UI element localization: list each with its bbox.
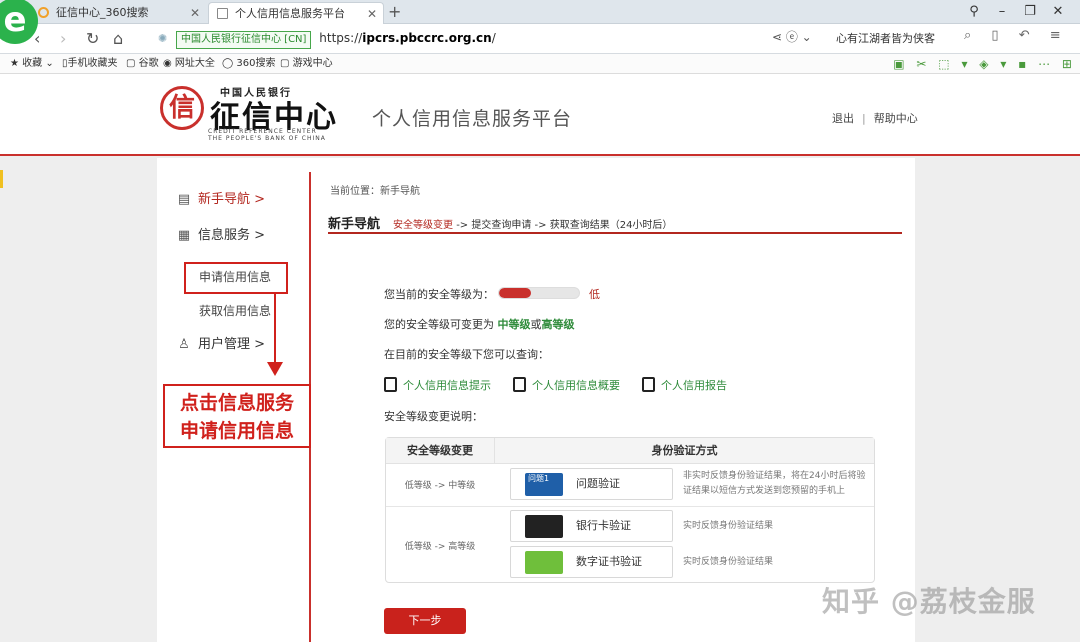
- change-note: 安全等级变更说明：: [384, 410, 483, 423]
- sidebar-item-novice-guide[interactable]: ▤ 新手导航 >: [176, 188, 265, 207]
- tab-label: 个人信用信息服务平台: [235, 7, 345, 20]
- tab-search[interactable]: 征信中心_360搜索 ✕: [30, 2, 206, 24]
- link-separator: |: [862, 112, 866, 125]
- annotation-arrow: [274, 294, 276, 366]
- secure-cert-badge[interactable]: 中国人民银行征信中心 [CN]: [176, 31, 312, 49]
- tab-credit-platform[interactable]: 个人信用信息服务平台 ✕: [208, 2, 384, 24]
- close-tab-icon[interactable]: ✕: [367, 3, 377, 25]
- credit-report-link[interactable]: 个人信用报告: [642, 377, 727, 393]
- bookmark-360[interactable]: ◯ 360搜索: [222, 54, 275, 74]
- security-level-bar: [498, 287, 580, 299]
- maximize-button[interactable]: ❐: [1016, 0, 1044, 24]
- col-verify-method: 身份验证方式: [494, 438, 874, 464]
- site-info-icon[interactable]: ✺: [158, 28, 167, 50]
- logo-english-line2: THE PEOPLE'S BANK OF CHINA: [208, 135, 326, 142]
- step-current: 安全等级变更: [393, 220, 453, 231]
- page-icon: [217, 8, 228, 19]
- document-icon: [384, 377, 397, 392]
- bookmark-nav[interactable]: ◉ 网址大全: [163, 54, 215, 74]
- logout-link[interactable]: 退出: [832, 112, 854, 125]
- user-icon: ♙: [178, 337, 190, 352]
- col-level-change: 安全等级变更: [407, 444, 473, 457]
- header-links: 退出 | 帮助中心: [832, 110, 918, 126]
- level-change-text: 您的安全等级可变更为 中等级或高等级: [384, 318, 575, 331]
- question-card-icon: 问题1: [525, 473, 563, 496]
- high-level-link[interactable]: 高等级: [542, 318, 575, 331]
- minimize-button[interactable]: –: [988, 0, 1016, 24]
- search-box[interactable]: 心有江湖者皆为侠客: [836, 30, 935, 46]
- step-next: -> 提交查询申请: [456, 220, 532, 231]
- usb-key-icon: [525, 551, 563, 574]
- help-center-link[interactable]: 帮助中心: [874, 112, 918, 125]
- home-icon[interactable]: ⌂: [113, 28, 123, 50]
- search-engine-icon: [38, 7, 49, 18]
- bookmark-games[interactable]: ▢ 游戏中心: [280, 54, 333, 74]
- method-digital-cert[interactable]: 数字证书验证: [510, 546, 673, 578]
- method-bank-card-desc: 实时反馈身份验证结果: [683, 521, 774, 531]
- next-step-button[interactable]: 下一步: [384, 608, 466, 634]
- address-bar[interactable]: 中国人民银行征信中心 [CN] https://ipcrs.pbccrc.org…: [176, 28, 798, 50]
- annotation-callout: 点击信息服务 申请信用信息: [163, 384, 311, 448]
- toolbar-icons[interactable]: ⌕ ▯ ↶ ≡: [964, 28, 1061, 43]
- medium-level-link[interactable]: 中等级: [498, 318, 531, 331]
- skin-icon[interactable]: ⚲: [960, 0, 988, 24]
- watermark: 知乎 @荔枝金服: [822, 585, 1036, 618]
- row1-level: 低等级 -> 中等级: [404, 481, 476, 491]
- method-question-desc: 非实时反馈身份验证结果，将在24小时后将验证结果以短信方式发送到您预留的手机上: [683, 471, 866, 496]
- step-indicator: 安全等级变更 -> 提交查询申请 -> 获取查询结果（24小时后）: [393, 216, 672, 231]
- platform-title: 个人信用信息服务平台: [372, 108, 573, 130]
- bookmark-google[interactable]: ▢ 谷歌: [126, 54, 159, 74]
- site-header: 信 中国人民银行 征信中心 CREDIT REFERENCE CENTER TH…: [0, 74, 1080, 156]
- method-bank-card[interactable]: 银行卡验证: [510, 510, 673, 542]
- refresh-icon[interactable]: ↻: [86, 28, 99, 50]
- annotation-highlight-box: [184, 262, 288, 294]
- title-underline: [328, 232, 902, 234]
- method-digital-cert-desc: 实时反馈身份验证结果: [683, 557, 774, 567]
- method-question-verify[interactable]: 问题1 问题验证: [510, 468, 673, 500]
- step-final: -> 获取查询结果（24小时后）: [534, 220, 673, 231]
- verification-table: 安全等级变更 身份验证方式 低等级 -> 中等级 问题1 问题验证 非实时反馈身…: [385, 437, 875, 583]
- share-icon[interactable]: ⋖ ⓔ ⌄: [772, 28, 812, 45]
- url-text: https://ipcrs.pbccrc.org.cn/: [319, 31, 496, 45]
- book-icon: [642, 377, 655, 392]
- bank-card-icon: [525, 515, 563, 538]
- breadcrumb: 当前位置：新手导航: [330, 186, 420, 197]
- extension-icons[interactable]: ▣ ✂ ⬚ ▾ ◈ ▾ ▪ ⋯ ⊞: [893, 54, 1072, 74]
- close-window-button[interactable]: ✕: [1044, 0, 1072, 24]
- bookmarks-bar: ★ 收藏 ⌄ ▯手机收藏夹 ▢ 谷歌 ◉ 网址大全 ◯ 360搜索 ▢ 游戏中心…: [0, 54, 1080, 74]
- section-title: 新手导航: [328, 217, 381, 232]
- close-tab-icon[interactable]: ✕: [190, 2, 200, 24]
- credit-info-hint-link[interactable]: 个人信用信息提示: [384, 377, 491, 393]
- bookmark-mobile[interactable]: ▯手机收藏夹: [62, 54, 118, 74]
- browser-tab-bar: e 征信中心_360搜索 ✕ 个人信用信息服务平台 ✕ + ⚲ – ❐ ✕: [0, 0, 1080, 44]
- document-icon: ▦: [177, 228, 191, 243]
- logo-english-line1: CREDIT REFERENCE CENTER: [208, 128, 317, 135]
- annotation-arrow-head: [267, 362, 283, 376]
- table-row-separator: [386, 506, 874, 507]
- sidebar-item-info-service[interactable]: ▦ 信息服务 >: [176, 224, 265, 243]
- credit-info-summary-link[interactable]: 个人信用信息概要: [513, 377, 620, 393]
- query-intro: 在目前的安全等级下您可以查询：: [384, 348, 549, 361]
- report-icon: [513, 377, 526, 392]
- book-icon: ▤: [177, 192, 191, 207]
- sidebar-sub-get-credit-info[interactable]: 获取信用信息: [199, 302, 271, 319]
- sidebar-item-user-management[interactable]: ♙ 用户管理 >: [176, 333, 265, 352]
- forward-icon[interactable]: ›: [60, 28, 66, 50]
- tab-label: 征信中心_360搜索: [56, 6, 149, 19]
- pbc-logo-icon: 信: [160, 86, 204, 130]
- table-header: 安全等级变更 身份验证方式: [386, 438, 874, 464]
- security-level-fill: [499, 288, 531, 298]
- current-level-label: 您当前的安全等级为：: [384, 288, 494, 301]
- bookmark-favorites[interactable]: ★ 收藏 ⌄: [10, 54, 54, 74]
- row2-level: 低等级 -> 高等级: [404, 542, 476, 552]
- security-level-value: 低: [589, 288, 600, 301]
- new-tab-button[interactable]: +: [388, 0, 401, 24]
